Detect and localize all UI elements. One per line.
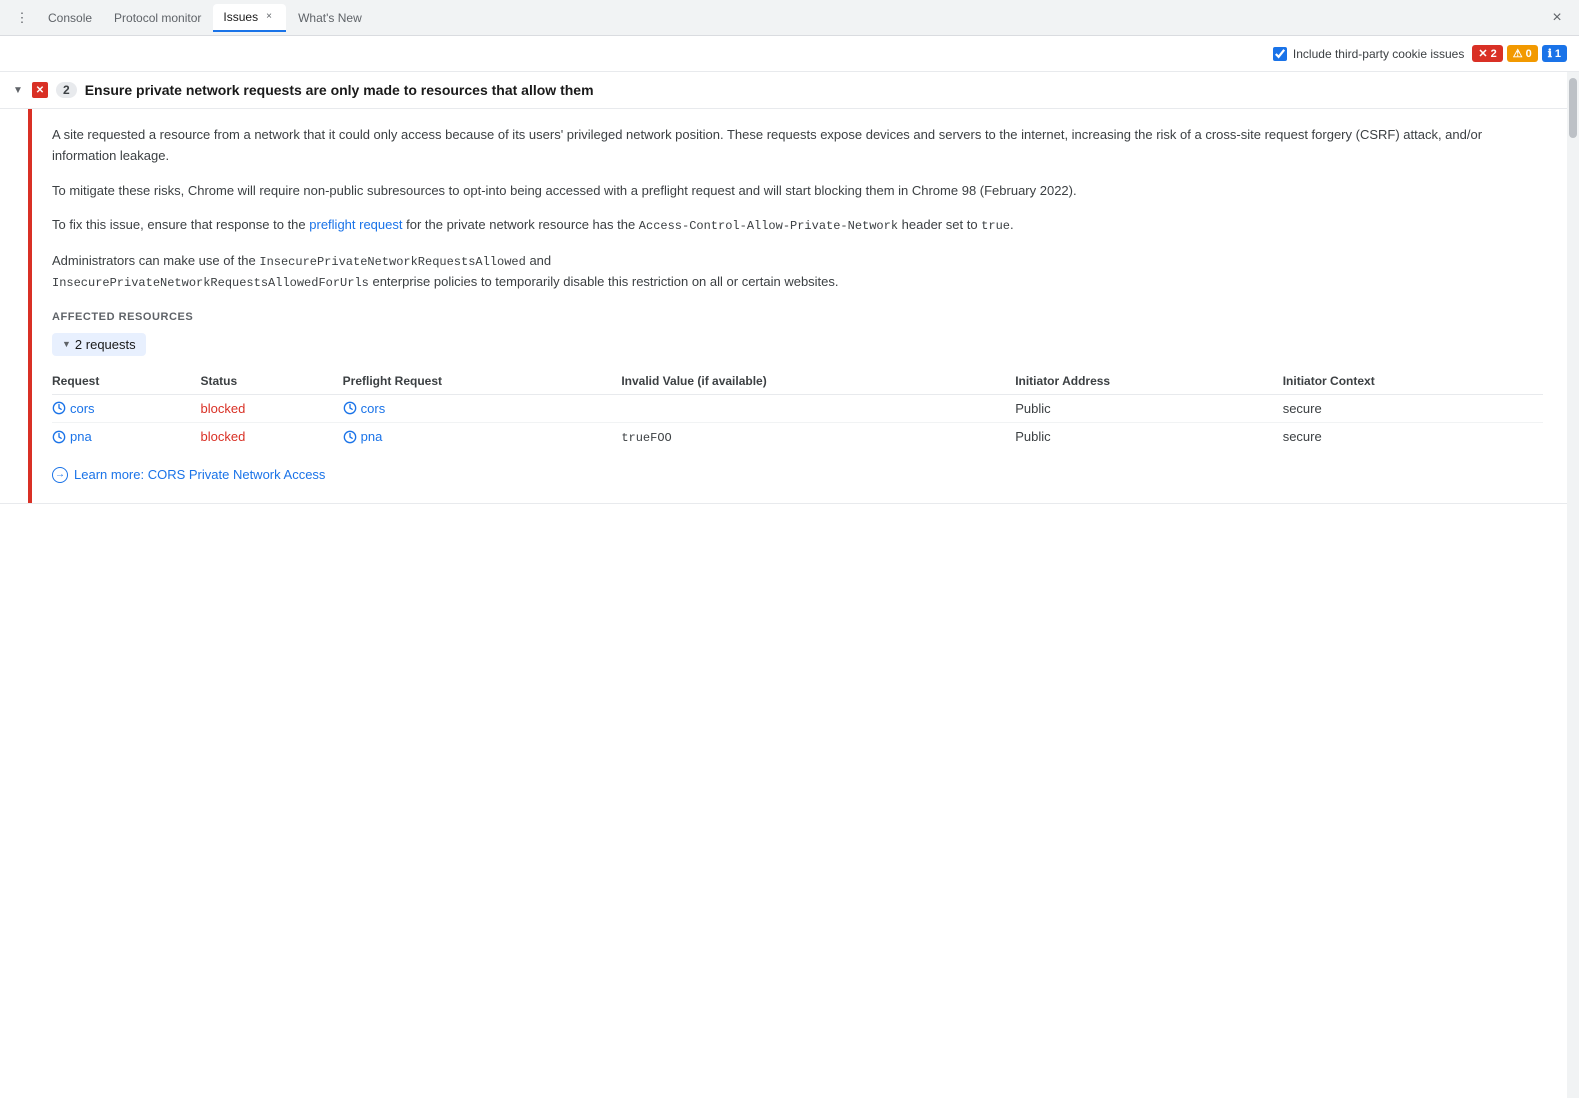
badge-group: ✕ 2 ⚠ 0 ℹ 1 [1472, 45, 1567, 62]
cell-status: blocked [201, 394, 343, 422]
invalid-value-code: trueFOO [621, 431, 671, 445]
tab-console-label: Console [48, 11, 92, 25]
requests-table: Request Status Preflight Request Invalid… [52, 368, 1543, 451]
error-icon: ✕ [32, 82, 48, 98]
third-party-cookie-checkbox-label[interactable]: Include third-party cookie issues [1273, 47, 1464, 61]
warning-badge-count: 0 [1526, 48, 1532, 60]
error-badge-count: 2 [1491, 48, 1497, 60]
header-code: Access-Control-Allow-Private-Network [639, 219, 898, 233]
refresh-icon [343, 430, 357, 444]
description-paragraph-1: A site requested a resource from a netwo… [52, 125, 1543, 167]
desc3-post: header set to [898, 217, 981, 232]
refresh-icon [52, 430, 66, 444]
requests-toggle-label: 2 requests [75, 337, 136, 352]
refresh-icon [343, 401, 357, 415]
issue-header[interactable]: ▼ ✕ 2 Ensure private network requests ar… [0, 72, 1567, 109]
cell-initiator-address: Public [1015, 394, 1283, 422]
desc4-post: enterprise policies to temporarily disab… [369, 274, 839, 289]
chevron-down-icon: ▼ [12, 84, 24, 96]
desc4-pre: Administrators can make use of the [52, 253, 259, 268]
tab-issues[interactable]: Issues × [213, 4, 286, 32]
learn-more-link[interactable]: → Learn more: CORS Private Network Acces… [52, 467, 1543, 483]
more-options-button[interactable]: ⋮ [8, 4, 36, 32]
policy-code-2: InsecurePrivateNetworkRequestsAllowedFor… [52, 276, 369, 290]
close-devtools-button[interactable]: × [1543, 4, 1571, 32]
cell-preflight: cors [343, 394, 622, 422]
error-badge[interactable]: ✕ 2 [1472, 45, 1502, 62]
error-badge-icon: ✕ [1478, 47, 1487, 60]
preflight-request-link[interactable]: preflight request [309, 217, 402, 232]
third-party-cookie-label: Include third-party cookie issues [1293, 47, 1464, 61]
toggle-chevron-icon: ▼ [62, 339, 71, 349]
close-issues-tab-button[interactable]: × [262, 10, 276, 24]
tab-issues-label: Issues [223, 10, 258, 24]
table-header-row: Request Status Preflight Request Invalid… [52, 368, 1543, 395]
policy-code-1: InsecurePrivateNetworkRequestsAllowed [259, 255, 525, 269]
affected-resources-label: AFFECTED RESOURCES [52, 311, 1543, 323]
tab-console[interactable]: Console [38, 4, 102, 32]
cell-preflight: pna [343, 422, 622, 451]
description-paragraph-2: To mitigate these risks, Chrome will req… [52, 181, 1543, 202]
issue-title: Ensure private network requests are only… [85, 82, 594, 98]
cell-initiator-context: secure [1283, 394, 1543, 422]
issue-count-badge: 2 [56, 82, 77, 98]
col-initiator-context: Initiator Context [1283, 368, 1543, 395]
table-row: cors blocked cors Publicsecure [52, 394, 1543, 422]
issue-content: A site requested a resource from a netwo… [32, 109, 1567, 503]
status-blocked-label: blocked [201, 401, 246, 416]
col-invalid-value: Invalid Value (if available) [621, 368, 1015, 395]
tab-bar: ⋮ Console Protocol monitor Issues × What… [0, 0, 1579, 36]
cell-request: pna [52, 422, 201, 451]
preflight-link[interactable]: cors [343, 401, 610, 416]
warning-badge[interactable]: ⚠ 0 [1507, 45, 1538, 62]
tab-protocol-monitor-label: Protocol monitor [114, 11, 201, 25]
warning-badge-icon: ⚠ [1513, 47, 1523, 60]
tab-protocol-monitor[interactable]: Protocol monitor [104, 4, 211, 32]
col-preflight: Preflight Request [343, 368, 622, 395]
col-status: Status [201, 368, 343, 395]
desc3-end: . [1010, 217, 1014, 232]
col-request: Request [52, 368, 201, 395]
status-blocked-label: blocked [201, 429, 246, 444]
cell-request: cors [52, 394, 201, 422]
third-party-cookie-checkbox[interactable] [1273, 47, 1287, 61]
request-link[interactable]: pna [52, 429, 189, 444]
toolbar-row: Include third-party cookie issues ✕ 2 ⚠ … [0, 36, 1579, 72]
desc3-mid: for the private network resource has the [403, 217, 639, 232]
cell-status: blocked [201, 422, 343, 451]
true-code: true [981, 219, 1010, 233]
info-badge[interactable]: ℹ 1 [1542, 45, 1567, 62]
info-badge-count: 1 [1555, 48, 1561, 60]
circle-arrow-icon: → [52, 467, 68, 483]
issues-panel[interactable]: ▼ ✕ 2 Ensure private network requests ar… [0, 72, 1567, 1098]
description-paragraph-3: To fix this issue, ensure that response … [52, 215, 1543, 236]
desc3-pre: To fix this issue, ensure that response … [52, 217, 309, 232]
cell-invalid-value: trueFOO [621, 422, 1015, 451]
tab-whats-new[interactable]: What's New [288, 4, 372, 32]
desc4-mid: and [526, 253, 551, 268]
info-badge-icon: ℹ [1548, 47, 1552, 60]
issue-body: A site requested a resource from a netwo… [0, 109, 1567, 504]
learn-more-text: Learn more: CORS Private Network Access [74, 467, 325, 482]
main-content: ▼ ✕ 2 Ensure private network requests ar… [0, 72, 1579, 1098]
col-initiator-address: Initiator Address [1015, 368, 1283, 395]
cell-invalid-value [621, 394, 1015, 422]
cell-initiator-context: secure [1283, 422, 1543, 451]
scrollbar-track[interactable] [1567, 72, 1579, 1098]
request-link[interactable]: cors [52, 401, 189, 416]
tab-whats-new-label: What's New [298, 11, 362, 25]
dots-icon: ⋮ [16, 10, 29, 26]
close-window-icon: × [1552, 9, 1561, 27]
preflight-link[interactable]: pna [343, 429, 610, 444]
scrollbar-thumb[interactable] [1569, 78, 1577, 138]
requests-toggle[interactable]: ▼ 2 requests [52, 333, 146, 356]
table-row: pna blocked pna trueFOO Publicsecure [52, 422, 1543, 451]
description-paragraph-4: Administrators can make use of the Insec… [52, 251, 1543, 293]
cell-initiator-address: Public [1015, 422, 1283, 451]
refresh-icon [52, 401, 66, 415]
